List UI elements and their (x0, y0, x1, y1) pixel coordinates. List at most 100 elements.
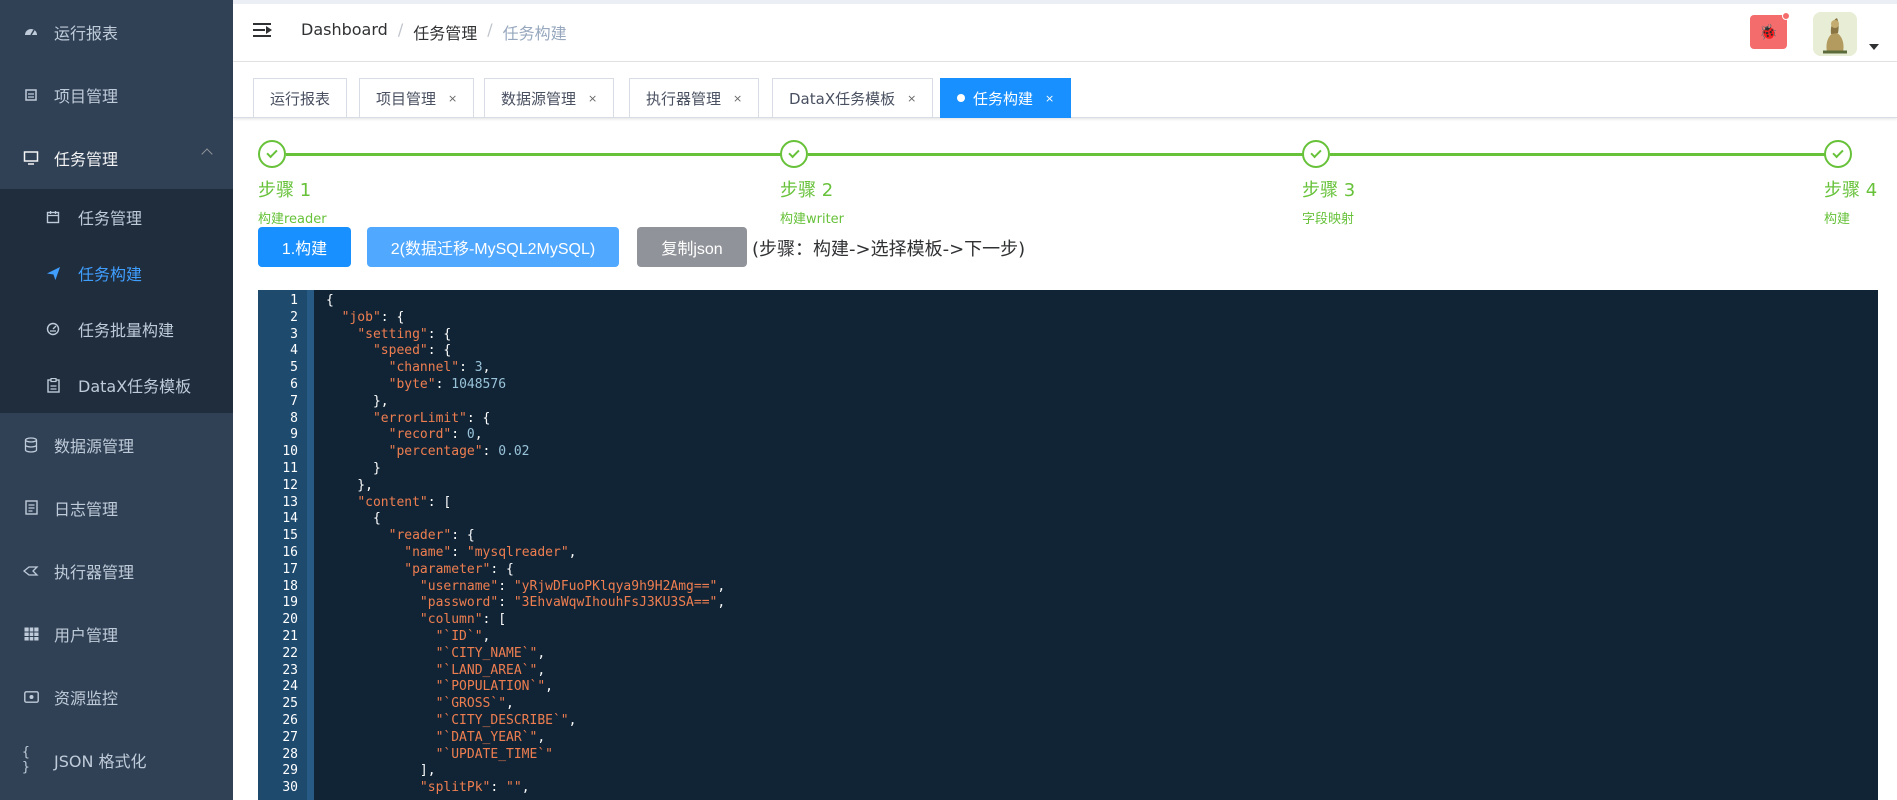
code-text: "`LAND_AREA`", (435, 662, 546, 678)
line-number: 20 (282, 612, 298, 628)
close-icon[interactable]: × (733, 92, 742, 105)
code-line: 14 { (258, 511, 1878, 528)
code-text: "name": "mysqlreader", (404, 545, 577, 560)
executor-icon (22, 562, 40, 580)
code-text: "job": { (341, 309, 405, 325)
sidebar-item-label: 日志管理 (54, 499, 119, 519)
code-text: "parameter": { (404, 561, 514, 577)
table-icon (22, 625, 40, 643)
line-number: 1 (290, 293, 298, 308)
code-text: "speed": { (372, 343, 452, 359)
step-title: 步骤 3 (1302, 180, 1356, 201)
app-root: 运行报表 项目管理 任务管理 任务管理 任务构建 任务批量构建 DataX任务模… (0, 0, 1897, 800)
avatar[interactable] (1813, 12, 1857, 56)
sidebar-item-users[interactable]: 用户管理 (0, 602, 233, 665)
json-editor[interactable]: 1{2 "job": {3 "setting": {4 "speed": {5 … (258, 290, 1878, 800)
step-title: 步骤 4 (1824, 180, 1878, 201)
bug-icon: 🐞 (1759, 23, 1778, 41)
tag-label: DataX任务模板 (789, 89, 896, 108)
breadcrumb-separator: / (397, 20, 404, 39)
code-text: "record": 0, (388, 427, 483, 443)
code-line: 18 "username": "yRjwDFuoPKlqya9h9H2Amg==… (258, 579, 1878, 596)
code-line: 16 "name": "mysqlreader", (258, 545, 1878, 562)
sidebar: 运行报表 项目管理 任务管理 任务管理 任务构建 任务批量构建 DataX任务模… (0, 0, 233, 800)
line-number: 8 (290, 410, 298, 426)
code-text: "`CITY_DESCRIBE`", (435, 713, 577, 728)
build-button[interactable]: 1.构建 (258, 227, 351, 267)
sidebar-subitem-label: DataX任务模板 (78, 377, 192, 396)
line-number: 21 (282, 629, 298, 644)
monitor-resource-icon (22, 688, 40, 706)
step-1: 步骤 1 构建reader (258, 140, 327, 227)
tag-executors[interactable]: 执行器管理 × (629, 78, 760, 118)
batch-icon (44, 320, 62, 338)
step-description: 字段映射 (1302, 212, 1355, 227)
close-icon[interactable]: × (1045, 92, 1054, 105)
line-number: 6 (290, 377, 298, 392)
code-line: 5 "channel": 3, (258, 360, 1878, 377)
line-number: 3 (290, 326, 298, 342)
code-line: 6 "byte": 1048576 (258, 377, 1878, 394)
notification-dot (1782, 12, 1790, 20)
sidebar-item-logs[interactable]: 日志管理 (0, 476, 233, 539)
hamburger-icon[interactable] (253, 20, 273, 40)
code-line: 26 "`CITY_DESCRIBE`", (258, 713, 1878, 730)
tag-label: 运行报表 (270, 89, 331, 108)
close-icon[interactable]: × (907, 92, 916, 105)
line-number: 16 (282, 545, 298, 560)
code-line: 23 "`LAND_AREA`", (258, 663, 1878, 680)
breadcrumb-current: 任务构建 (502, 24, 567, 43)
code-text: { (326, 511, 381, 527)
tag-label: 任务构建 (973, 89, 1034, 108)
code-text: "errorLimit": { (372, 410, 491, 426)
step-4: 步骤 4 构建 (1824, 140, 1877, 227)
line-number: 24 (282, 679, 298, 695)
sidebar-subitem-batch-build[interactable]: 任务批量构建 (0, 301, 233, 357)
select-template-button[interactable]: 2(数据迁移-MySQL2MySQL) (367, 227, 619, 267)
line-number: 30 (282, 780, 298, 796)
line-number: 11 (282, 461, 298, 476)
sidebar-item-resource-monitor[interactable]: 资源监控 (0, 665, 233, 728)
sidebar-item-json-format[interactable]: { } JSON 格式化 (0, 728, 233, 791)
sidebar-item-dashboard[interactable]: 运行报表 (0, 0, 233, 63)
sidebar-item-label: 项目管理 (54, 86, 119, 106)
step-title: 步骤 2 (780, 180, 834, 201)
breadcrumb-task-management[interactable]: 任务管理 (413, 20, 477, 44)
close-icon[interactable]: × (448, 92, 457, 105)
code-line: 3 "setting": { (258, 327, 1878, 344)
code-line: 7 }, (258, 394, 1878, 411)
tag-datax-template[interactable]: DataX任务模板 × (772, 78, 934, 118)
code-line: 4 "speed": { (258, 343, 1878, 360)
tag-task-build[interactable]: 任务构建 × (940, 78, 1072, 118)
sidebar-subitem-datax-template[interactable]: DataX任务模板 (0, 357, 233, 413)
steps-progress: 步骤 1 构建reader 步骤 2 构建writer 步骤 3 字段映射 步骤… (258, 140, 1878, 230)
sidebar-item-label: 用户管理 (54, 625, 119, 645)
project-icon (22, 86, 40, 104)
sidebar-item-projects[interactable]: 项目管理 (0, 63, 233, 126)
sidebar-item-executors[interactable]: 执行器管理 (0, 539, 233, 602)
sidebar-item-label: 任务管理 (54, 149, 119, 169)
copy-json-button[interactable]: 复制json (637, 227, 747, 267)
caret-down-icon[interactable] (1869, 44, 1879, 50)
code-line: 9 "record": 0, (258, 427, 1878, 444)
check-icon (780, 140, 808, 168)
error-log-button[interactable]: 🐞 (1750, 12, 1790, 49)
sidebar-item-task-management[interactable]: 任务管理 (0, 126, 233, 189)
sidebar-item-label: 数据源管理 (54, 436, 135, 456)
line-number: 29 (282, 763, 298, 779)
tag-dashboard[interactable]: 运行报表 (253, 78, 348, 118)
sidebar-subitem-label: 任务批量构建 (78, 321, 175, 340)
line-number: 25 (282, 696, 298, 712)
sidebar-subitem-task-list[interactable]: 任务管理 (0, 189, 233, 245)
tag-projects[interactable]: 项目管理 × (359, 78, 475, 118)
breadcrumb-dashboard[interactable]: Dashboard (301, 20, 388, 44)
braces-icon: { } (22, 744, 30, 775)
breadcrumb-separator: / (487, 20, 493, 39)
tag-datasource[interactable]: 数据源管理 × (484, 78, 615, 118)
close-icon[interactable]: × (588, 92, 597, 105)
sidebar-item-datasource[interactable]: 数据源管理 (0, 413, 233, 476)
line-number: 18 (282, 578, 298, 594)
code-line: 10 "percentage": 0.02 (258, 444, 1878, 461)
check-icon (1302, 140, 1330, 168)
sidebar-subitem-task-build[interactable]: 任务构建 (0, 245, 233, 301)
